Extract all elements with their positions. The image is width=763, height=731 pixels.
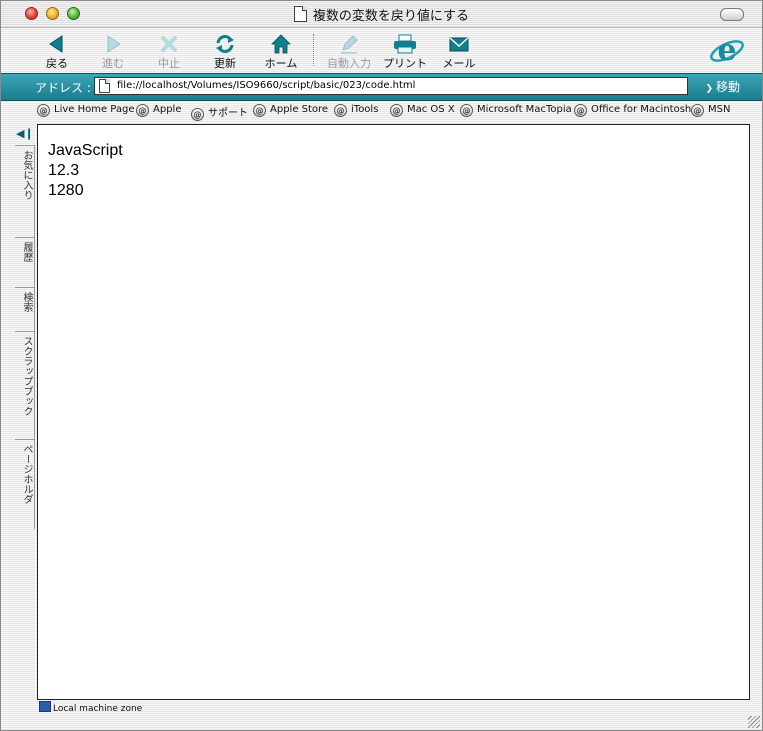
favorite-label: MSN	[708, 104, 731, 115]
tab-page-holder[interactable]: ページホルダ	[15, 439, 35, 529]
mail-label: メール	[442, 57, 476, 70]
stop-x-icon	[143, 34, 195, 54]
refresh-button[interactable]: 更新	[199, 34, 251, 71]
back-button[interactable]: 戻る	[31, 34, 83, 71]
print-button[interactable]: プリント	[379, 34, 431, 71]
favorite-at-icon: @	[191, 108, 204, 121]
address-bar: アドレス : file://localhost/Volumes/ISO9660/…	[1, 73, 762, 101]
refresh-label: 更新	[214, 57, 236, 70]
favorite-at-icon: @	[334, 104, 347, 117]
window-title-area: 複数の変数を戻り値にする	[1, 5, 762, 24]
go-button[interactable]: ❯ 移動	[705, 78, 740, 95]
toolbar-toggle-button[interactable]	[720, 8, 744, 21]
zone-icon	[39, 701, 51, 712]
autofill-label: 自動入力	[327, 57, 371, 70]
favorite-link[interactable]: @ Apple Store	[253, 104, 328, 117]
home-icon	[255, 34, 307, 54]
favorite-at-icon: @	[37, 104, 50, 117]
favorite-label: Office for Macintosh	[591, 104, 692, 115]
title-bar[interactable]: 複数の変数を戻り値にする	[1, 1, 762, 28]
favorite-label: Microsoft MacTopia	[477, 104, 572, 115]
address-input[interactable]: file://localhost/Volumes/ISO9660/script/…	[94, 77, 688, 95]
output-line: JavaScript	[48, 142, 123, 159]
favorite-link[interactable]: @ MSN	[691, 104, 730, 117]
printer-icon	[379, 34, 431, 54]
tab-history[interactable]: 履歴	[15, 237, 35, 287]
favorite-link[interactable]: @ Office for Macintosh	[574, 104, 691, 117]
home-label: ホーム	[264, 57, 298, 70]
favorite-link[interactable]: @ Live Home Page	[37, 104, 135, 117]
document-icon	[293, 6, 307, 22]
back-label: 戻る	[46, 57, 68, 70]
browser-window: 複数の変数を戻り値にする 戻る 進む 中止 更新 ホーム 自動入力 プリント メ…	[0, 0, 763, 731]
favorite-link[interactable]: @ iTools	[334, 104, 378, 117]
status-bar: Local machine zone	[37, 701, 750, 714]
page-content: JavaScript 12.3 1280	[37, 124, 750, 700]
tab-search[interactable]: 検索	[15, 287, 35, 331]
explorer-toggle-icon[interactable]: ◀❙❙	[16, 127, 43, 141]
toolbar-separator	[313, 34, 314, 66]
forward-button[interactable]: 進む	[87, 34, 139, 71]
favorite-link[interactable]: @ Apple	[136, 104, 181, 117]
autofill-pen-icon	[321, 34, 377, 54]
favorite-label: Apple Store	[270, 104, 329, 115]
favorite-at-icon: @	[460, 104, 473, 117]
refresh-arrows-icon	[199, 34, 251, 54]
mail-button[interactable]: メール	[433, 34, 485, 71]
tab-scrapbook[interactable]: スクラップブック	[15, 331, 35, 439]
forward-label: 進む	[102, 57, 124, 70]
page-icon	[99, 79, 110, 93]
back-arrow-icon	[31, 34, 83, 54]
print-label: プリント	[383, 57, 427, 70]
tab-favorites[interactable]: お気に入り	[15, 145, 35, 237]
window-title: 複数の変数を戻り値にする	[312, 9, 470, 24]
status-text: Local machine zone	[53, 704, 143, 714]
address-url: file://localhost/Volumes/ISO9660/script/…	[117, 80, 416, 91]
page-text: JavaScript 12.3 1280	[48, 141, 123, 201]
autofill-button[interactable]: 自動入力	[321, 34, 377, 71]
internet-explorer-logo: e	[708, 31, 746, 69]
favorite-label: Live Home Page	[54, 104, 135, 115]
favorite-label: Apple	[153, 104, 182, 115]
forward-arrow-icon	[87, 34, 139, 54]
envelope-icon	[433, 34, 485, 54]
favorite-at-icon: @	[390, 104, 403, 117]
output-line: 1280	[48, 182, 84, 199]
home-button[interactable]: ホーム	[255, 34, 307, 71]
output-line: 12.3	[48, 162, 80, 179]
toolbar: 戻る 進む 中止 更新 ホーム 自動入力 プリント メール e	[1, 28, 762, 72]
resize-handle[interactable]	[748, 716, 760, 728]
favorite-at-icon: @	[691, 104, 704, 117]
favorite-label: iTools	[351, 104, 379, 115]
favorite-at-icon: @	[574, 104, 587, 117]
favorite-at-icon: @	[253, 104, 266, 117]
favorite-link[interactable]: @ Mac OS X	[390, 104, 455, 117]
favorite-link[interactable]: @ Microsoft MacTopia	[460, 104, 572, 117]
go-label: 移動	[715, 80, 740, 94]
stop-label: 中止	[158, 57, 180, 70]
favorite-label: Mac OS X	[407, 104, 455, 115]
favorite-link[interactable]: @ サポート	[191, 104, 248, 121]
favorite-at-icon: @	[136, 104, 149, 117]
favorites-bar: @ Live Home Page @ Apple @ サポート @ Apple Stor…	[1, 101, 762, 122]
explorer-bar-tabs: ◀❙❙ お気に入り 履歴 検索 スクラップブック ページホルダ	[15, 125, 43, 699]
go-arrow-icon: ❯	[705, 84, 713, 94]
address-label: アドレス :	[35, 81, 91, 95]
stop-button[interactable]: 中止	[143, 34, 195, 71]
favorite-label: サポート	[208, 108, 248, 119]
svg-text:e: e	[717, 33, 736, 68]
